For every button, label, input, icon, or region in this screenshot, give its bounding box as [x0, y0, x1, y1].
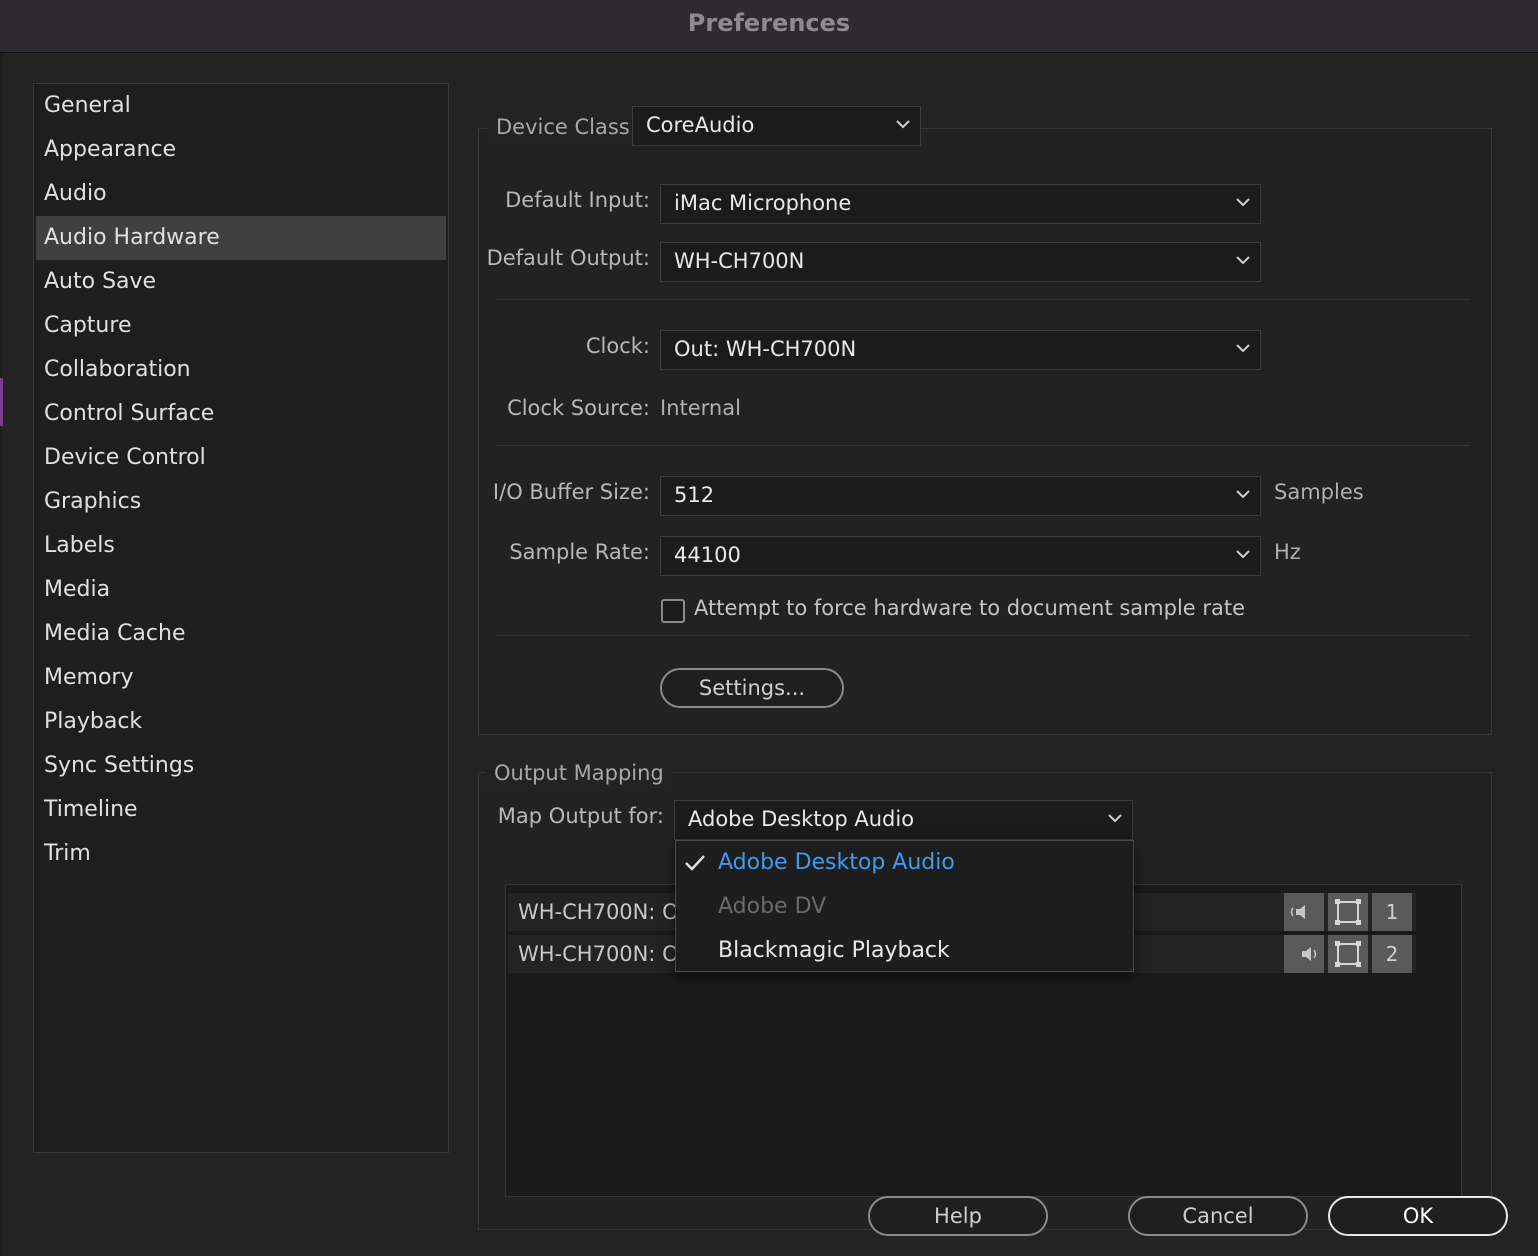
sidebar-item-device-control[interactable]: Device Control: [36, 436, 446, 480]
output-mapping-legend: Output Mapping: [486, 756, 672, 790]
buffer-size-label: I/O Buffer Size:: [492, 480, 650, 504]
chevron-down-icon: [1236, 256, 1250, 265]
chevron-down-icon: [1108, 814, 1122, 823]
map-output-for-label: Map Output for:: [497, 804, 664, 828]
preferences-sidebar: General Appearance Audio Audio Hardware …: [33, 83, 449, 1153]
sidebar-item-media[interactable]: Media: [36, 568, 446, 612]
clock-label: Clock:: [585, 334, 650, 358]
channel-frame-icon[interactable]: [1328, 935, 1368, 973]
menu-item-adobe-dv: Adobe DV: [718, 894, 827, 919]
chevron-down-icon: [896, 120, 910, 129]
sample-rate-unit: Hz: [1274, 540, 1301, 564]
sample-rate-value: 44100: [674, 543, 741, 567]
sidebar-item-capture[interactable]: Capture: [36, 304, 446, 348]
sample-rate-label: Sample Rate:: [509, 540, 650, 564]
settings-button[interactable]: Settings...: [660, 668, 844, 708]
chevron-down-icon: [1236, 198, 1250, 207]
sidebar-item-timeline[interactable]: Timeline: [36, 788, 446, 832]
cancel-button[interactable]: Cancel: [1128, 1196, 1308, 1236]
clock-value: Out: WH-CH700N: [674, 337, 857, 361]
window-edge-accent: [0, 378, 3, 426]
force-sample-rate-label: Attempt to force hardware to document sa…: [694, 596, 1246, 620]
clock-dropdown[interactable]: Out: WH-CH700N: [660, 330, 1261, 370]
device-class-label: Device Class:: [496, 115, 637, 139]
default-input-dropdown[interactable]: iMac Microphone: [660, 184, 1261, 224]
map-output-menu: Adobe Desktop Audio Adobe DV Blackmagic …: [675, 840, 1134, 972]
checkmark-icon: [685, 855, 705, 871]
sidebar-item-memory[interactable]: Memory: [36, 656, 446, 700]
chevron-down-icon: [1236, 550, 1250, 559]
default-input-value: iMac Microphone: [674, 191, 852, 215]
sidebar-item-labels[interactable]: Labels: [36, 524, 446, 568]
speaker-left-icon[interactable]: [1284, 893, 1324, 931]
sidebar-item-audio[interactable]: Audio: [36, 172, 446, 216]
device-class-value: CoreAudio: [646, 113, 755, 137]
divider: [496, 635, 1470, 636]
menu-item-adobe-desktop-audio[interactable]: Adobe Desktop Audio: [718, 841, 955, 885]
device-class-legend: Device Class:: [488, 110, 645, 144]
sidebar-item-control-surface[interactable]: Control Surface: [36, 392, 446, 436]
sample-rate-dropdown[interactable]: 44100: [660, 536, 1261, 576]
channel-number: 2: [1372, 935, 1412, 973]
sidebar-item-sync-settings[interactable]: Sync Settings: [36, 744, 446, 788]
buffer-size-dropdown[interactable]: 512: [660, 476, 1261, 516]
help-button[interactable]: Help: [868, 1196, 1048, 1236]
device-class-dropdown[interactable]: CoreAudio: [632, 106, 921, 146]
clock-source-label: Clock Source:: [507, 396, 650, 420]
buffer-size-unit: Samples: [1274, 480, 1364, 504]
default-output-value: WH-CH700N: [674, 249, 805, 273]
divider: [496, 299, 1470, 300]
chevron-down-icon: [1236, 344, 1250, 353]
default-output-dropdown[interactable]: WH-CH700N: [660, 242, 1261, 282]
default-output-label: Default Output:: [486, 246, 650, 270]
divider: [496, 445, 1470, 446]
default-input-label: Default Input:: [505, 188, 650, 212]
sidebar-item-auto-save[interactable]: Auto Save: [36, 260, 446, 304]
mapping-row-label: WH-CH700N: Ou: [518, 900, 692, 924]
speaker-right-icon[interactable]: [1284, 935, 1324, 973]
sidebar-item-media-cache[interactable]: Media Cache: [36, 612, 446, 656]
menu-item-blackmagic-playback[interactable]: Blackmagic Playback: [718, 929, 950, 973]
sidebar-item-general[interactable]: General: [36, 84, 446, 128]
sidebar-item-trim[interactable]: Trim: [36, 832, 446, 876]
clock-source-value: Internal: [660, 396, 741, 420]
sidebar-item-graphics[interactable]: Graphics: [36, 480, 446, 524]
channel-frame-icon[interactable]: [1328, 893, 1368, 931]
force-sample-rate-checkbox[interactable]: [661, 599, 685, 623]
buffer-size-value: 512: [674, 483, 715, 507]
sidebar-item-appearance[interactable]: Appearance: [36, 128, 446, 172]
chevron-down-icon: [1236, 490, 1250, 499]
mapping-row-label: WH-CH700N: Ou: [518, 942, 692, 966]
sidebar-item-audio-hardware[interactable]: Audio Hardware: [36, 216, 446, 260]
ok-button[interactable]: OK: [1328, 1196, 1508, 1236]
map-output-for-dropdown[interactable]: Adobe Desktop Audio: [674, 800, 1133, 840]
sidebar-item-playback[interactable]: Playback: [36, 700, 446, 744]
channel-number: 1: [1372, 893, 1412, 931]
map-output-for-value: Adobe Desktop Audio: [688, 807, 915, 831]
sidebar-item-collaboration[interactable]: Collaboration: [36, 348, 446, 392]
window-title: Preferences: [0, 0, 1538, 53]
